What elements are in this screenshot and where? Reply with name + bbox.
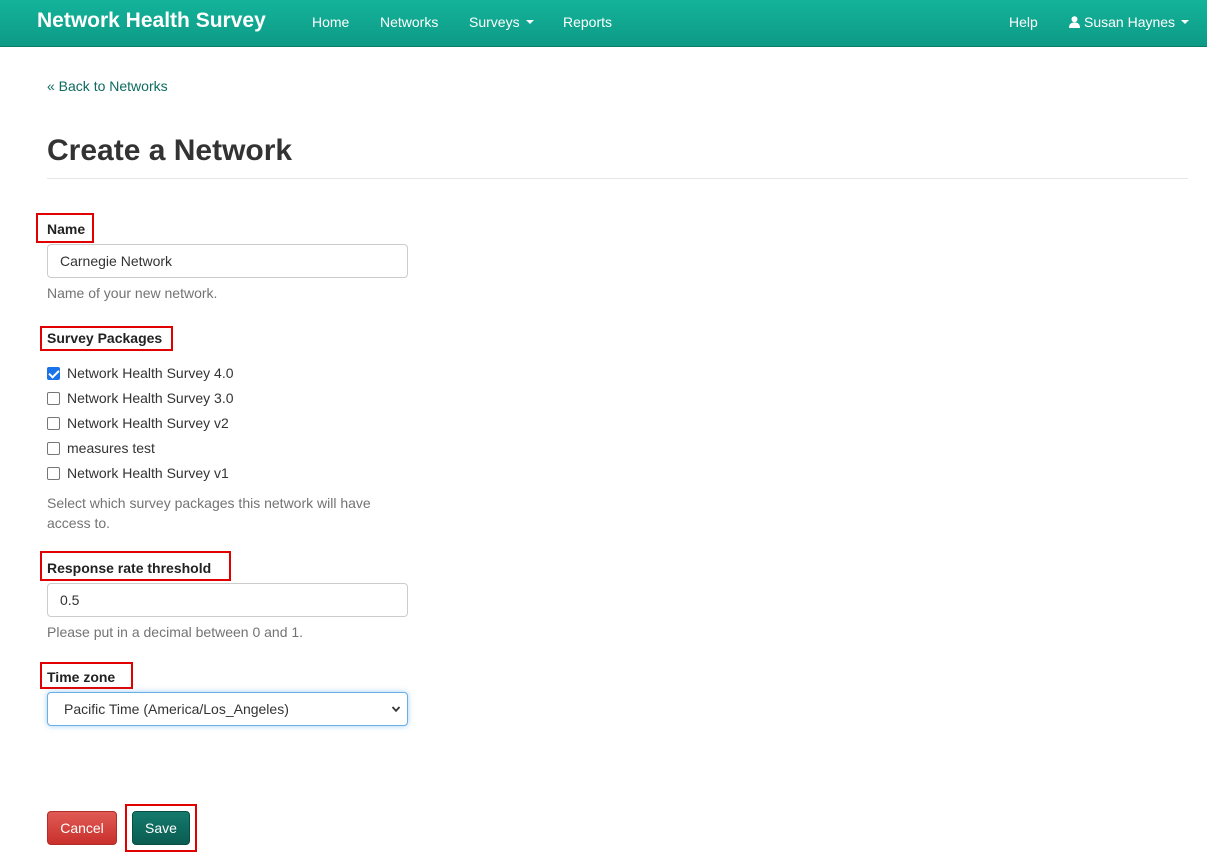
survey-package-option[interactable]: Network Health Survey v1 <box>47 463 229 483</box>
checkbox-unchecked[interactable] <box>47 441 60 455</box>
response-rate-label: Response rate threshold <box>47 560 212 576</box>
top-navbar: Network Health Survey Home Networks Surv… <box>0 0 1207 47</box>
nav-home[interactable]: Home <box>312 14 349 30</box>
survey-package-label: Network Health Survey v1 <box>67 465 229 481</box>
time-zone-label: Time zone <box>47 669 116 685</box>
nav-surveys-dropdown[interactable]: Surveys <box>469 14 534 30</box>
survey-package-option[interactable]: Network Health Survey 3.0 <box>47 388 234 408</box>
checkbox-unchecked[interactable] <box>47 466 60 480</box>
survey-package-option[interactable]: measures test <box>47 438 155 458</box>
caret-down-icon <box>1181 20 1190 25</box>
page-title: Create a Network <box>47 134 293 167</box>
survey-package-label: Network Health Survey 3.0 <box>67 390 234 406</box>
survey-packages-help-text: Select which survey packages this networ… <box>47 495 371 531</box>
checkbox-unchecked[interactable] <box>47 391 60 405</box>
nav-reports[interactable]: Reports <box>563 14 612 30</box>
checkbox-unchecked[interactable] <box>47 416 60 430</box>
cancel-button[interactable]: Cancel <box>47 811 117 845</box>
back-to-networks-link[interactable]: « Back to Networks <box>47 78 168 94</box>
save-button[interactable]: Save <box>132 811 190 845</box>
nav-surveys-label: Surveys <box>469 14 520 30</box>
survey-package-label: measures test <box>67 440 155 456</box>
nav-help[interactable]: Help <box>1009 14 1038 30</box>
survey-package-label: Network Health Survey v2 <box>67 415 229 431</box>
response-rate-help-text: Please put in a decimal between 0 and 1. <box>47 624 304 640</box>
chevron-down-icon <box>391 706 401 713</box>
checkbox-checked[interactable] <box>47 366 60 380</box>
user-name: Susan Haynes <box>1084 14 1176 30</box>
survey-packages-label: Survey Packages <box>47 330 163 346</box>
time-zone-selected-value: Pacific Time (America/Los_Angeles) <box>64 701 289 717</box>
brand-title[interactable]: Network Health Survey <box>37 9 266 33</box>
caret-down-icon <box>525 20 534 25</box>
time-zone-select[interactable]: Pacific Time (America/Los_Angeles) <box>47 692 408 726</box>
name-input[interactable] <box>47 244 408 278</box>
response-rate-input[interactable] <box>47 583 408 617</box>
survey-package-label: Network Health Survey 4.0 <box>67 365 234 381</box>
name-help-text: Name of your new network. <box>47 285 218 301</box>
title-divider <box>47 178 1188 179</box>
user-menu-dropdown[interactable]: Susan Haynes <box>1069 14 1190 30</box>
name-label: Name <box>47 221 86 237</box>
survey-package-option[interactable]: Network Health Survey v2 <box>47 413 229 433</box>
user-icon <box>1069 16 1080 28</box>
survey-package-option[interactable]: Network Health Survey 4.0 <box>47 363 234 383</box>
nav-networks[interactable]: Networks <box>380 14 438 30</box>
